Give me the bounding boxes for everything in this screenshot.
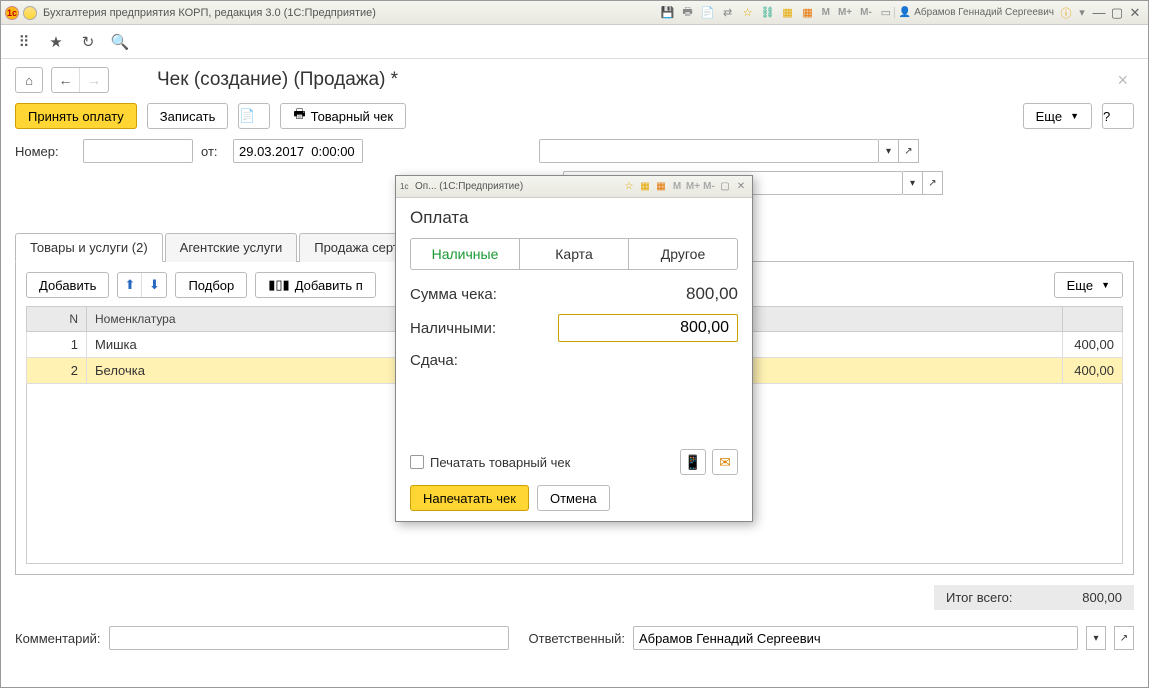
- main-titlebar: 1c Бухгалтерия предприятия КОРП, редакци…: [1, 1, 1148, 25]
- pick-button[interactable]: Подбор: [175, 272, 247, 298]
- modal-close-button[interactable]: ✕: [734, 180, 748, 194]
- table-more-button[interactable]: Еще▼: [1054, 272, 1123, 298]
- user-area[interactable]: 👤 Абрамов Геннадий Сергеевич: [894, 7, 1058, 18]
- tab-agent[interactable]: Агентские услуги: [165, 233, 298, 262]
- minimize-button[interactable]: —: [1090, 5, 1108, 20]
- modal-star-icon[interactable]: ☆: [622, 180, 636, 194]
- top-toolbar: ⠿ ★ ↻ 🔍: [1, 25, 1148, 59]
- modal-app-icon: 1c: [400, 181, 412, 193]
- tab-goods[interactable]: Товары и услуги (2): [15, 233, 163, 262]
- responsible-open-button[interactable]: ↗: [1114, 626, 1134, 650]
- write-button[interactable]: Записать: [147, 103, 229, 129]
- m-button[interactable]: M: [820, 7, 832, 18]
- print-receipt-checkbox[interactable]: [410, 455, 424, 469]
- user-icon: 👤: [899, 7, 911, 18]
- modal-titlebar: 1c Оп... (1С:Предприятие) ☆ ▦ ▦ M M+ M- …: [396, 176, 752, 198]
- responsible-input[interactable]: [633, 626, 1078, 650]
- document-button[interactable]: 📄: [238, 103, 270, 129]
- goods-receipt-button[interactable]: 🖶Товарный чек: [280, 103, 406, 129]
- from-label: от:: [201, 144, 225, 159]
- pay-tab-cash[interactable]: Наличные: [411, 239, 520, 269]
- mobile-icon-button[interactable]: 📱: [680, 449, 706, 475]
- m-plus-button[interactable]: M+: [836, 7, 854, 18]
- responsible-label: Ответственный:: [529, 631, 625, 646]
- maximize-button[interactable]: ▢: [1108, 5, 1126, 21]
- accept-payment-button[interactable]: Принять оплату: [15, 103, 137, 129]
- cash-label: Наличными:: [410, 320, 496, 337]
- calc-icon[interactable]: ▦: [780, 5, 796, 21]
- search-icon[interactable]: 🔍: [111, 33, 129, 51]
- nav-forward-button[interactable]: →: [80, 68, 108, 92]
- link-icon[interactable]: ⛓: [760, 5, 776, 21]
- cash-input[interactable]: [558, 314, 738, 342]
- dropdown-icon[interactable]: ▾: [1074, 5, 1090, 21]
- modal-calc-icon[interactable]: ▦: [638, 180, 652, 194]
- nav-back-button[interactable]: ←: [52, 68, 80, 92]
- mail-icon-button[interactable]: ✉: [712, 449, 738, 475]
- favorites-icon[interactable]: ★: [47, 33, 65, 51]
- total-label: Итог всего:: [946, 590, 1013, 605]
- payment-modal: 1c Оп... (1С:Предприятие) ☆ ▦ ▦ M M+ M- …: [395, 175, 753, 522]
- org-dropdown-button[interactable]: ▾: [879, 139, 899, 163]
- add-row-button[interactable]: Добавить: [26, 272, 109, 298]
- total-value: 800,00: [1082, 590, 1122, 605]
- modal-heading: Оплата: [410, 208, 738, 228]
- user-name: Абрамов Геннадий Сергеевич: [914, 7, 1054, 18]
- col-amount[interactable]: [1063, 307, 1123, 332]
- comment-input[interactable]: [109, 626, 509, 650]
- modal-m-plus-button[interactable]: M+: [686, 180, 700, 194]
- comment-label: Комментарий:: [15, 631, 101, 646]
- info-icon[interactable]: ⓘ: [1058, 5, 1074, 21]
- move-down-button[interactable]: ⬇: [142, 273, 166, 297]
- org-select[interactable]: [539, 139, 879, 163]
- close-button[interactable]: ✕: [1126, 5, 1144, 21]
- app-icon: 1c: [5, 6, 19, 20]
- modal-title-text: Оп... (1С:Предприятие): [415, 181, 523, 192]
- pay-tab-other[interactable]: Другое: [629, 239, 737, 269]
- cancel-button[interactable]: Отмена: [537, 485, 610, 511]
- history-icon[interactable]: ↻: [79, 33, 97, 51]
- date-input[interactable]: [233, 139, 363, 163]
- barcode-icon: ▮▯▮: [268, 277, 289, 293]
- total-box: Итог всего: 800,00: [934, 585, 1134, 610]
- print-receipt-label: Печатать товарный чек: [430, 455, 570, 470]
- col-n[interactable]: N: [27, 307, 87, 332]
- window-list-icon[interactable]: ▭: [878, 5, 894, 21]
- modal-calendar-icon[interactable]: ▦: [654, 180, 668, 194]
- page-close-button[interactable]: ×: [1111, 70, 1134, 91]
- modal-m-button[interactable]: M: [670, 180, 684, 194]
- sum-value: 800,00: [686, 284, 738, 304]
- doc-icon[interactable]: 📄: [700, 5, 716, 21]
- apps-icon[interactable]: ⠿: [15, 33, 33, 51]
- help-button[interactable]: ?: [1102, 103, 1134, 129]
- modal-maximize-button[interactable]: ▢: [718, 180, 732, 194]
- org-open-button[interactable]: ↗: [899, 139, 919, 163]
- save-icon[interactable]: 💾: [660, 5, 676, 21]
- compare-icon[interactable]: ⇄: [720, 5, 736, 21]
- print-small-icon: 🖶: [293, 105, 305, 127]
- warehouse-dropdown-button[interactable]: ▾: [903, 171, 923, 195]
- m-minus-button[interactable]: M-: [858, 7, 874, 18]
- modal-m-minus-button[interactable]: M-: [702, 180, 716, 194]
- star-icon[interactable]: ☆: [740, 5, 756, 21]
- app-title: Бухгалтерия предприятия КОРП, редакция 3…: [43, 7, 660, 19]
- page-title: Чек (создание) (Продажа) *: [157, 69, 1103, 91]
- number-label: Номер:: [15, 144, 75, 159]
- number-input[interactable]: [83, 139, 193, 163]
- responsible-dropdown-button[interactable]: ▾: [1086, 626, 1106, 650]
- app-icon-2: [23, 6, 37, 20]
- change-label: Сдача:: [410, 352, 458, 369]
- more-button[interactable]: Еще▼: [1023, 103, 1092, 129]
- print-check-button[interactable]: Напечатать чек: [410, 485, 529, 511]
- calendar-icon[interactable]: ▦: [800, 5, 816, 21]
- home-button[interactable]: ⌂: [15, 67, 43, 93]
- sum-label: Сумма чека:: [410, 286, 497, 303]
- move-up-button[interactable]: ⬆: [118, 273, 142, 297]
- add-barcode-button[interactable]: ▮▯▮ Добавить п: [255, 272, 376, 298]
- print-icon[interactable]: 🖶: [680, 5, 696, 21]
- pay-tab-card[interactable]: Карта: [520, 239, 629, 269]
- warehouse-open-button[interactable]: ↗: [923, 171, 943, 195]
